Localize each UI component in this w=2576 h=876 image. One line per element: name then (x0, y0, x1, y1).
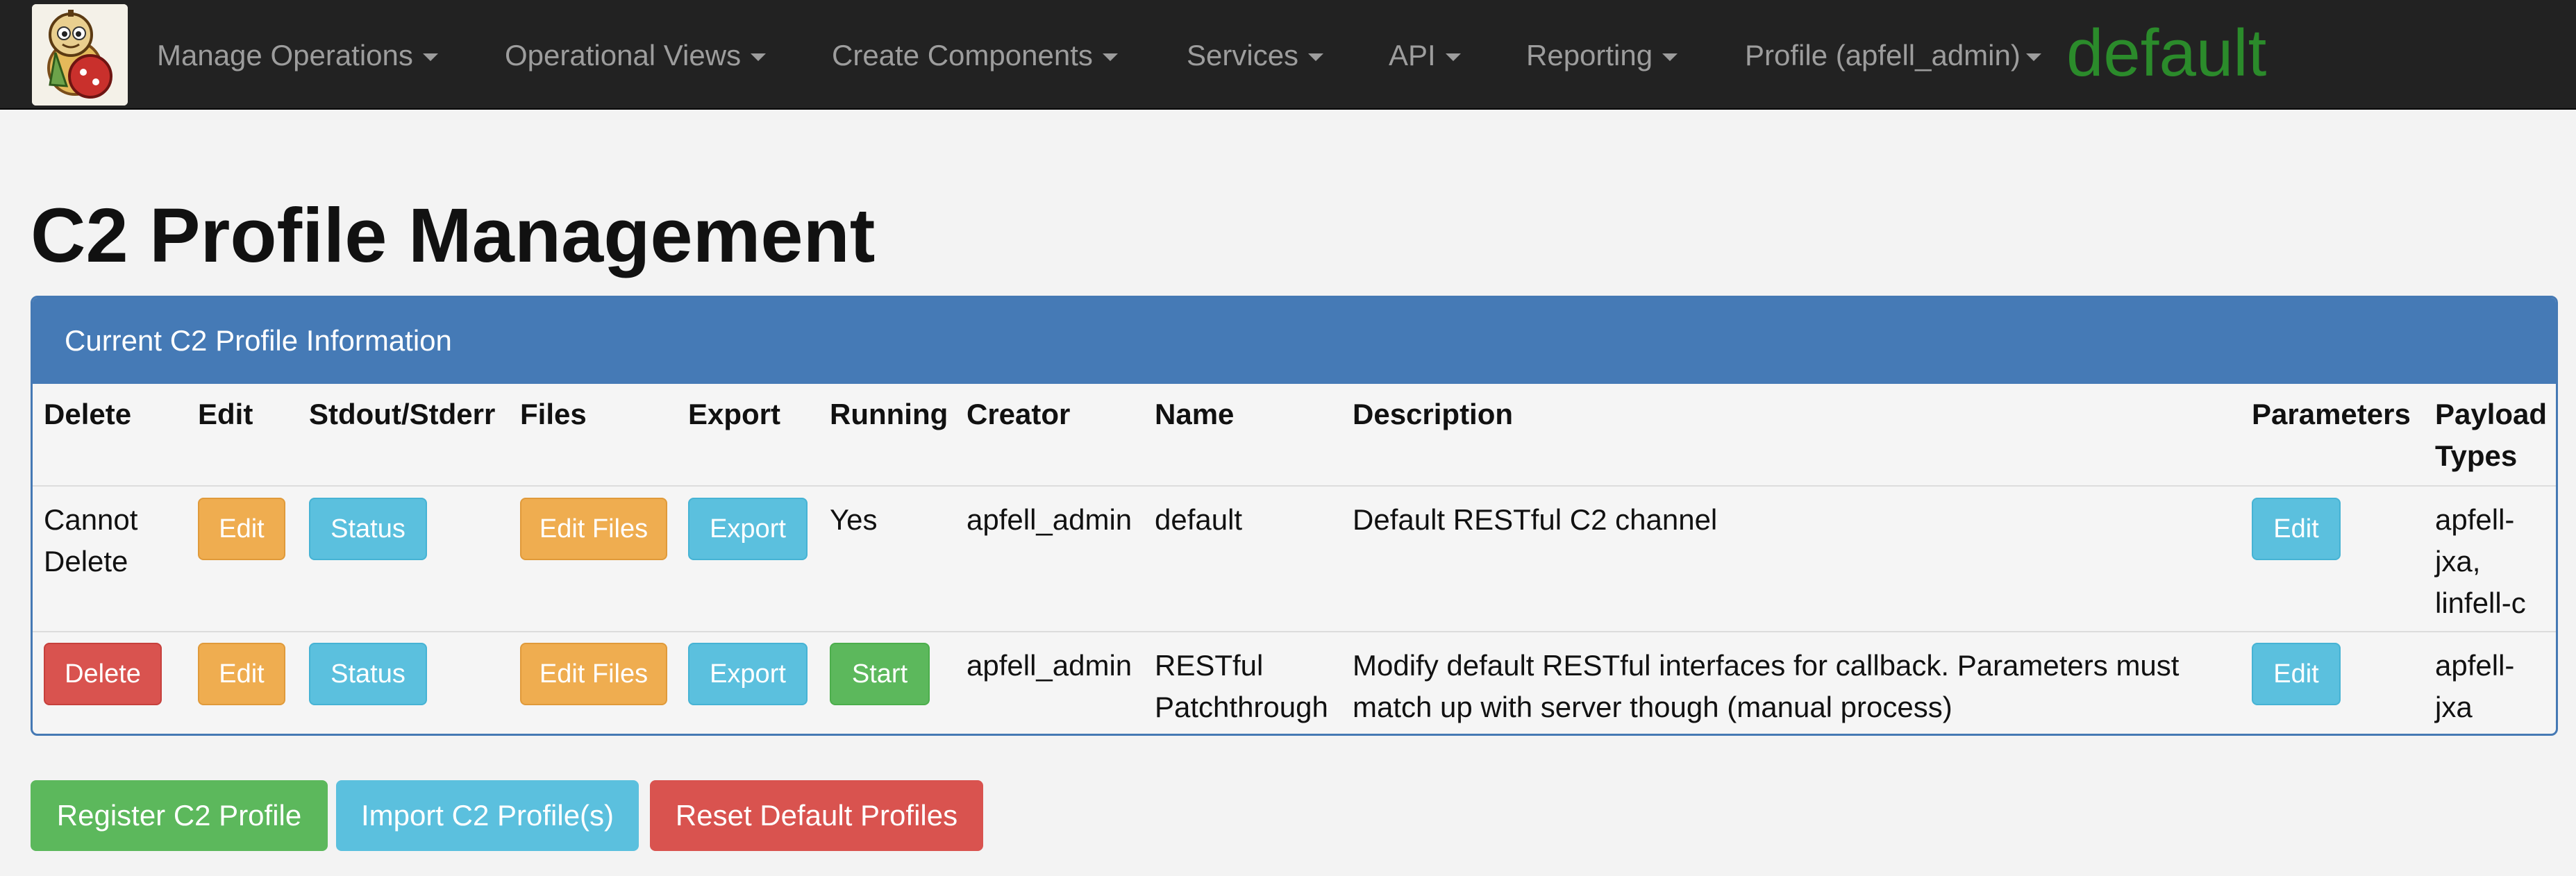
payload-types-cell: apfell-jxa (2435, 649, 2515, 723)
import-c2-profiles-button[interactable]: Import C2 Profile(s) (336, 780, 639, 851)
edit-files-button[interactable]: Edit Files (520, 498, 667, 560)
status-button[interactable]: Status (309, 643, 427, 705)
nav-operational-views[interactable]: Operational Views (505, 35, 767, 76)
column-header-payload-types: Payload Types (2435, 398, 2548, 472)
edit-button[interactable]: Edit (198, 498, 285, 560)
export-button[interactable]: Export (688, 498, 808, 560)
edit-files-button[interactable]: Edit Files (520, 643, 667, 705)
nav-manage-operations[interactable]: Manage Operations (157, 35, 438, 76)
page-title: C2 Profile Management (31, 193, 876, 278)
creator-cell: apfell_admin (967, 503, 1132, 536)
current-operation-name: default (2066, 16, 2267, 90)
column-header-delete: Delete (44, 398, 132, 430)
nav-profile[interactable]: Profile (apfell_admin) (1745, 35, 2041, 76)
caret-down-icon (2025, 53, 2041, 62)
caret-down-icon (1445, 53, 1461, 62)
caret-down-icon (1308, 53, 1324, 62)
table-divider (33, 485, 2556, 487)
register-c2-profile-button[interactable]: Register C2 Profile (31, 780, 328, 851)
column-header-name: Name (1155, 398, 1235, 430)
payload-types-cell: apfell-jxa, linfell-c (2435, 503, 2526, 619)
reset-default-profiles-button[interactable]: Reset Default Profiles (650, 780, 983, 851)
edit-button[interactable]: Edit (198, 643, 285, 705)
start-button[interactable]: Start (830, 643, 930, 705)
apfell-logo-icon[interactable] (32, 4, 128, 106)
nav-services[interactable]: Services (1187, 35, 1324, 76)
parameters-edit-button[interactable]: Edit (2252, 643, 2341, 705)
description-cell: Default RESTful C2 channel (1353, 503, 1718, 536)
column-header-parameters: Parameters (2252, 398, 2411, 430)
nav-reporting[interactable]: Reporting (1526, 35, 1678, 76)
name-cell: RESTful Patchthrough (1155, 649, 1328, 723)
column-header-edit: Edit (198, 398, 253, 430)
cannot-delete-text: Cannot Delete (44, 503, 138, 578)
status-button[interactable]: Status (309, 498, 427, 560)
column-header-running: Running (830, 398, 948, 430)
column-header-creator: Creator (967, 398, 1071, 430)
caret-down-icon (422, 53, 438, 62)
table-divider (33, 631, 2556, 632)
creator-cell: apfell_admin (967, 649, 1132, 682)
nav-api[interactable]: API (1389, 35, 1461, 76)
column-header-export: Export (688, 398, 781, 430)
nav-create-components[interactable]: Create Components (832, 35, 1118, 76)
delete-button[interactable]: Delete (44, 643, 162, 705)
running-status: Yes (830, 503, 878, 536)
column-header-description: Description (1353, 398, 1514, 430)
name-cell: default (1155, 503, 1243, 536)
top-navbar: Manage Operations Operational Views Crea… (0, 0, 2576, 110)
description-cell: Modify default RESTful interfaces for ca… (1353, 649, 2180, 723)
column-header-stdout: Stdout/Stderr (309, 398, 496, 430)
caret-down-icon (1662, 53, 1678, 62)
c2-profile-panel: Current C2 Profile Information Delete Ed… (31, 296, 2558, 736)
column-header-files: Files (520, 398, 587, 430)
caret-down-icon (1102, 53, 1118, 62)
caret-down-icon (751, 53, 767, 62)
parameters-edit-button[interactable]: Edit (2252, 498, 2341, 560)
export-button[interactable]: Export (688, 643, 808, 705)
panel-heading: Current C2 Profile Information (33, 298, 2556, 384)
